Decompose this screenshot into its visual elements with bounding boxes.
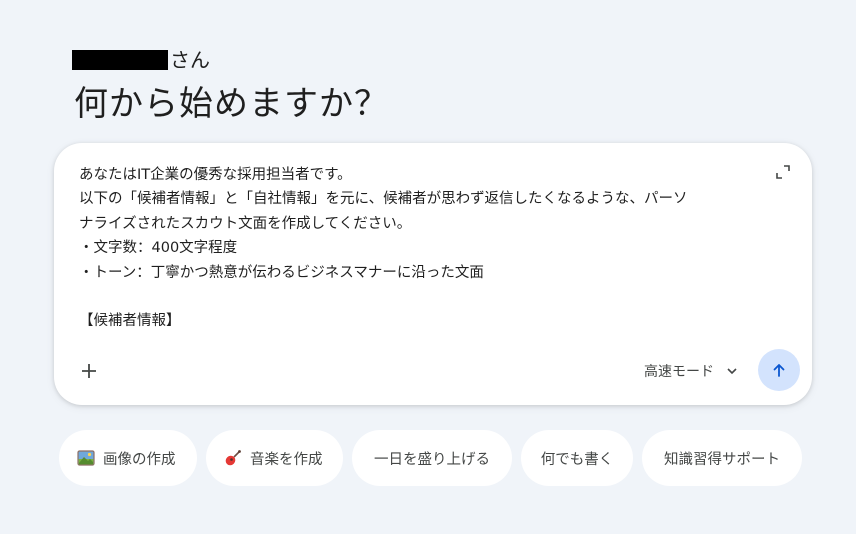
redacted-username	[72, 50, 168, 70]
prompt-line: ナライズされたスカウト文面を作成してください。	[79, 215, 412, 232]
chip-label: 画像の作成	[103, 451, 176, 468]
chip-label: 何でも書く	[540, 451, 614, 468]
send-button[interactable]	[758, 349, 800, 391]
mode-label: 高速モード	[644, 364, 714, 380]
chevron-down-icon	[726, 365, 738, 377]
mode-selector[interactable]: 高速モード	[644, 359, 738, 383]
chip-create-music[interactable]: 音楽を作成	[206, 430, 343, 486]
guitar-icon	[224, 449, 242, 467]
prompt-line	[79, 285, 769, 309]
prompt-line: ・文字数：400文字程度	[79, 240, 238, 257]
chip-learning-support[interactable]: 知識習得サポート	[642, 430, 802, 486]
chip-write-anything[interactable]: 何でも書く	[521, 430, 633, 486]
plus-icon	[80, 362, 98, 380]
greeting: さん	[72, 44, 210, 72]
prompt-line: ・トーン：丁寧かつ熱意が伝わるビジネスマナーに沿った文面	[79, 264, 484, 281]
prompt-line: あなたはIT企業の優秀な採用担当者です。	[79, 167, 352, 183]
picture-icon	[77, 449, 95, 467]
chip-label: 知識習得サポート	[664, 451, 780, 468]
greeting-suffix: さん	[170, 47, 210, 72]
expand-icon[interactable]	[774, 163, 792, 181]
chip-label: 一日を盛り上げる	[374, 451, 490, 468]
prompt-line: 以下の「候補者情報」と「自社情報」を元に、候補者が思わず返信したくなるような、パ…	[79, 191, 688, 208]
suggestion-chips: 画像の作成 音楽を作成 一日を盛り上げる 何でも書く 知識習得サポート	[59, 430, 802, 486]
chip-brighten-day[interactable]: 一日を盛り上げる	[352, 430, 512, 486]
prompt-line: 【候補者情報】	[79, 313, 181, 330]
add-button[interactable]	[76, 358, 102, 384]
page-title: 何から始めますか？	[74, 84, 389, 124]
chip-label: 音楽を作成	[250, 451, 323, 468]
prompt-textarea[interactable]: あなたはIT企業の優秀な採用担当者です。 以下の「候補者情報」と「自社情報」を元…	[79, 163, 769, 334]
arrow-up-icon	[771, 362, 787, 378]
prompt-input-card[interactable]: あなたはIT企業の優秀な採用担当者です。 以下の「候補者情報」と「自社情報」を元…	[54, 143, 812, 405]
chip-create-image[interactable]: 画像の作成	[59, 430, 197, 486]
